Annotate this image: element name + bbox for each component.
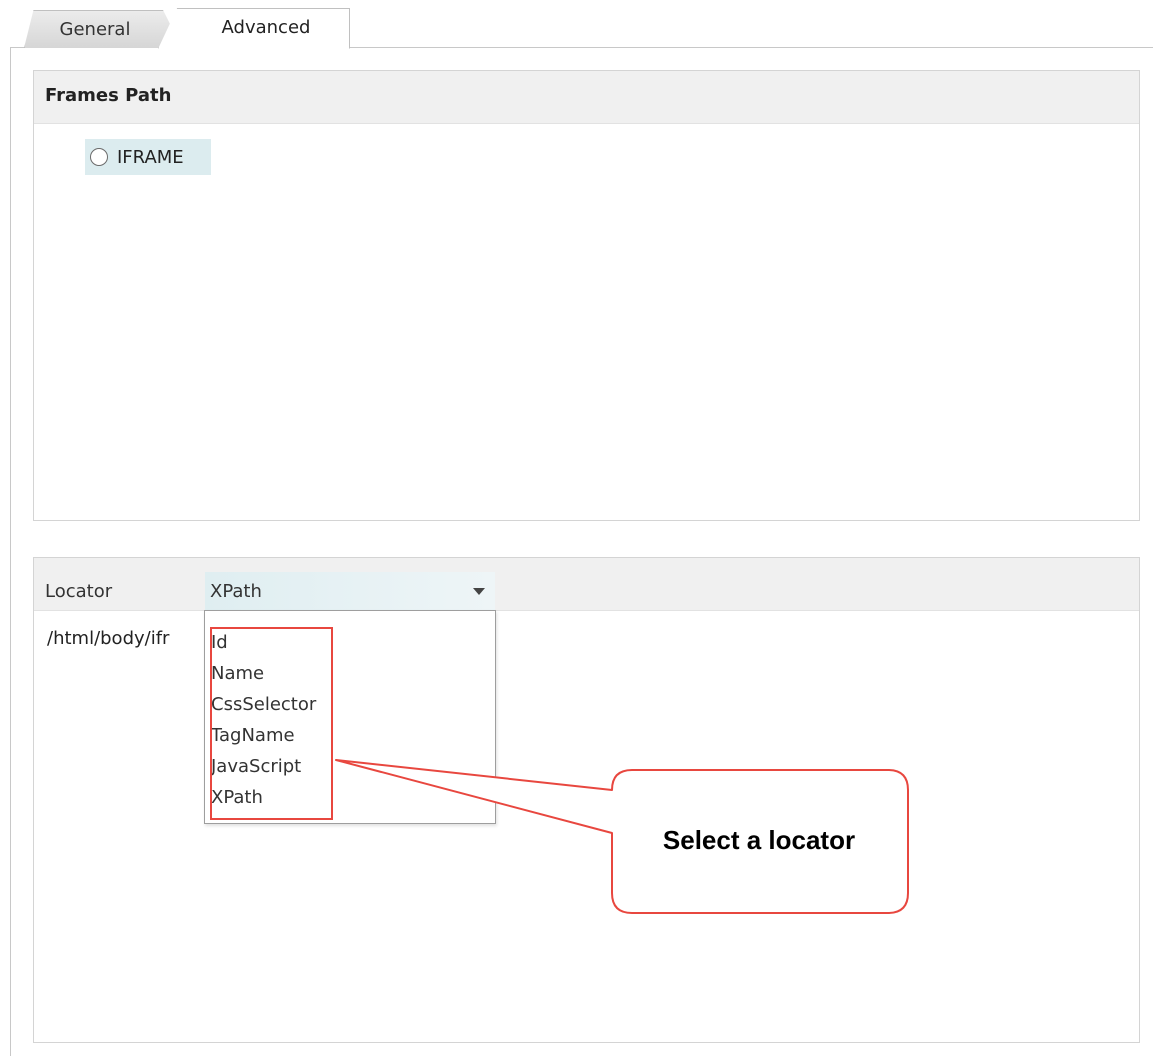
locator-select-value: XPath xyxy=(210,581,262,602)
locator-select[interactable]: XPath xyxy=(205,572,495,610)
properties-panel: General Advanced Frames Path IFRAME Loca… xyxy=(0,0,1153,1056)
locator-path-value[interactable]: /html/body/ifr xyxy=(47,628,169,649)
tab-general-label: General xyxy=(59,19,131,40)
callout-text: Select a locator xyxy=(662,825,856,855)
locator-label: Locator xyxy=(45,581,113,602)
tab-advanced-label: Advanced xyxy=(221,17,311,38)
tab-general[interactable]: General xyxy=(24,10,182,48)
panel-left-border xyxy=(10,47,11,1056)
frames-path-title: Frames Path xyxy=(45,85,172,106)
frames-path-group: Frames Path IFRAME xyxy=(33,70,1140,521)
frames-path-header: Frames Path xyxy=(34,71,1139,124)
chevron-down-icon[interactable] xyxy=(473,588,485,595)
locator-header: Locator XPath xyxy=(34,558,1139,611)
frame-item-label: IFRAME xyxy=(117,146,184,168)
tab-advanced[interactable]: Advanced xyxy=(158,8,350,49)
radio-button[interactable] xyxy=(90,148,108,166)
annotation-highlight-box xyxy=(210,627,333,820)
tab-strip: General Advanced xyxy=(0,0,1153,49)
frame-item-iframe[interactable]: IFRAME xyxy=(85,139,211,175)
locator-group: Locator XPath /html/body/ifr xyxy=(33,557,1140,1043)
